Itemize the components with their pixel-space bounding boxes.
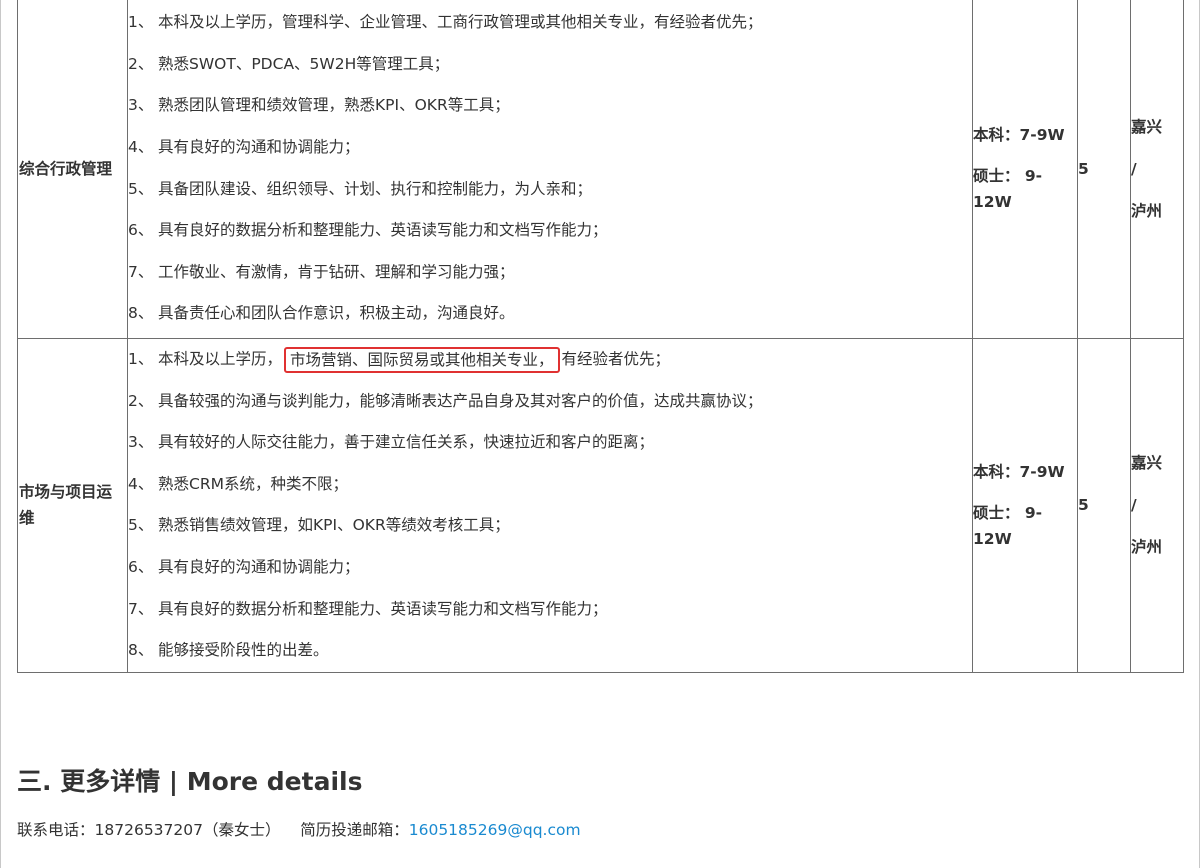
position-cell: 综合行政管理 — [17, 0, 128, 339]
city-cell: 嘉兴 / 泸州 — [1130, 0, 1184, 339]
item-text: 熟悉销售绩效管理，如KPI、OKR等绩效考核工具； — [158, 516, 510, 535]
item-number: 8、 — [128, 304, 154, 323]
item-text: 具备责任心和团队合作意识，积极主动，沟通良好。 — [158, 304, 515, 323]
city-luzhou: 泸州 — [1131, 538, 1163, 557]
item-text: 具备团队建设、组织领导、计划、执行和控制能力，为人亲和； — [158, 179, 593, 198]
item-number: 5、 — [128, 516, 154, 535]
salary-cell: 本科：7-9W 硕士： 9- 12W — [972, 0, 1078, 339]
list-item: 6、 具有良好的数据分析和整理能力、英语读写能力和文档写作能力； — [128, 210, 972, 252]
item-number: 7、 — [128, 262, 154, 281]
salary-master-cont: 12W — [973, 193, 1012, 211]
list-item: 3、 具有较好的人际交往能力，善于建立信任关系，快速拉近和客户的距离； — [128, 422, 972, 464]
highlighted-text: 市场营销、国际贸易或其他相关专业， — [284, 346, 560, 373]
city-jiaxing: 嘉兴 — [1131, 117, 1163, 136]
item-text: 具有良好的数据分析和整理能力、英语读写能力和文档写作能力； — [158, 221, 608, 240]
city-luzhou: 泸州 — [1131, 201, 1163, 220]
item-text: 有经验者优先； — [561, 350, 671, 368]
email-label: 简历投递邮箱： — [300, 821, 409, 839]
item-text: 本科及以上学历， — [158, 350, 283, 368]
email-link[interactable]: 1605185269@qq.com — [409, 821, 581, 839]
city-separator: / — [1131, 159, 1137, 178]
headcount-cell: 5 — [1077, 338, 1131, 673]
headcount-cell: 5 — [1077, 0, 1131, 339]
contact-line: 联系电话：18726537207（秦女士） 简历投递邮箱：1605185269@… — [17, 818, 581, 840]
item-text: 工作敬业、有激情，肯于钻研、理解和学习能力强； — [158, 262, 515, 281]
item-number: 5、 — [128, 179, 154, 198]
requirements-cell: 1、 本科及以上学历，管理科学、企业管理、工商行政管理或其他相关专业，有经验者优先… — [127, 0, 973, 339]
salary-bachelor: 本科：7-9W — [973, 462, 1065, 481]
table-row: 市场与项目运 维 1、 本科及以上学历， 市场营销、国际贸易或其他相关专业， 有… — [17, 338, 1184, 673]
item-text: 具有良好的数据分析和整理能力、英语读写能力和文档写作能力； — [158, 599, 608, 618]
city-separator: / — [1131, 496, 1137, 515]
salary-cell: 本科：7-9W 硕士： 9- 12W — [972, 338, 1078, 673]
position-name: 市场与项目运 — [19, 483, 113, 502]
item-number: 6、 — [128, 221, 154, 240]
item-text: 熟悉CRM系统，种类不限； — [158, 474, 348, 493]
item-text: 能够接受阶段性的出差。 — [158, 641, 329, 660]
list-item: 8、 能够接受阶段性的出差。 — [128, 630, 972, 672]
list-item: 2、 具备较强的沟通与谈判能力，能够清晰表达产品自身及其对客户的价值，达成共赢协议… — [128, 381, 972, 423]
item-text: 熟悉团队管理和绩效管理，熟悉KPI、OKR等工具； — [158, 96, 510, 115]
item-number: 2、 — [128, 391, 154, 410]
item-number: 7、 — [128, 599, 154, 618]
city-jiaxing: 嘉兴 — [1131, 454, 1163, 473]
item-number: 4、 — [128, 474, 154, 493]
section-title: 三. 更多详情 | More details — [17, 767, 363, 796]
list-item: 3、 熟悉团队管理和绩效管理，熟悉KPI、OKR等工具； — [128, 85, 972, 127]
list-item: 1、 本科及以上学历， 市场营销、国际贸易或其他相关专业， 有经验者优先； — [128, 339, 972, 381]
job-table: 综合行政管理 1、 本科及以上学历，管理科学、企业管理、工商行政管理或其他相关专业… — [17, 0, 1184, 673]
city-cell: 嘉兴 / 泸州 — [1130, 338, 1184, 673]
list-item: 7、 具有良好的数据分析和整理能力、英语读写能力和文档写作能力； — [128, 589, 972, 631]
headcount: 5 — [1078, 159, 1089, 178]
item-text: 具有良好的沟通和协调能力； — [158, 137, 360, 156]
list-item: 5、 具备团队建设、组织领导、计划、执行和控制能力，为人亲和； — [128, 169, 972, 211]
position-cell: 市场与项目运 维 — [17, 338, 128, 673]
item-text: 熟悉SWOT、PDCA、5W2H等管理工具； — [158, 54, 450, 73]
salary-master: 硕士： 9- — [973, 503, 1043, 522]
list-item: 2、 熟悉SWOT、PDCA、5W2H等管理工具； — [128, 44, 972, 86]
phone-number: 18726537207（秦女士） — [94, 821, 281, 839]
item-number: 1、 — [128, 13, 154, 32]
list-item: 1、 本科及以上学历，管理科学、企业管理、工商行政管理或其他相关专业，有经验者优先… — [128, 2, 972, 44]
salary-master-cont: 12W — [973, 529, 1012, 548]
item-number: 3、 — [128, 433, 154, 452]
phone-label: 联系电话： — [17, 821, 95, 839]
item-number: 1、 — [128, 350, 154, 368]
list-item: 7、 工作敬业、有激情，肯于钻研、理解和学习能力强； — [128, 252, 972, 294]
item-number: 8、 — [128, 641, 154, 660]
item-text: 具有良好的沟通和协调能力； — [158, 557, 360, 576]
item-number: 4、 — [128, 137, 154, 156]
headcount: 5 — [1078, 496, 1089, 515]
list-item: 5、 熟悉销售绩效管理，如KPI、OKR等绩效考核工具； — [128, 505, 972, 547]
position-name: 综合行政管理 — [19, 159, 113, 178]
item-text: 本科及以上学历，管理科学、企业管理、工商行政管理或其他相关专业，有经验者优先； — [158, 13, 763, 32]
item-number: 3、 — [128, 96, 154, 115]
table-row: 综合行政管理 1、 本科及以上学历，管理科学、企业管理、工商行政管理或其他相关专业… — [17, 0, 1184, 339]
requirements-cell: 1、 本科及以上学历， 市场营销、国际贸易或其他相关专业， 有经验者优先； 2、… — [127, 338, 973, 673]
item-text: 具备较强的沟通与谈判能力，能够清晰表达产品自身及其对客户的价值，达成共赢协议； — [158, 391, 763, 410]
list-item: 4、 具有良好的沟通和协调能力； — [128, 127, 972, 169]
list-item: 8、 具备责任心和团队合作意识，积极主动，沟通良好。 — [128, 293, 972, 335]
list-item: 4、 熟悉CRM系统，种类不限； — [128, 464, 972, 506]
item-text: 具有较好的人际交往能力，善于建立信任关系，快速拉近和客户的距离； — [158, 433, 655, 452]
list-item: 6、 具有良好的沟通和协调能力； — [128, 547, 972, 589]
position-name-cont: 维 — [19, 509, 35, 528]
item-number: 6、 — [128, 557, 154, 576]
item-number: 2、 — [128, 54, 154, 73]
salary-bachelor: 本科：7-9W — [973, 126, 1065, 144]
salary-master: 硕士： 9- — [973, 167, 1043, 185]
